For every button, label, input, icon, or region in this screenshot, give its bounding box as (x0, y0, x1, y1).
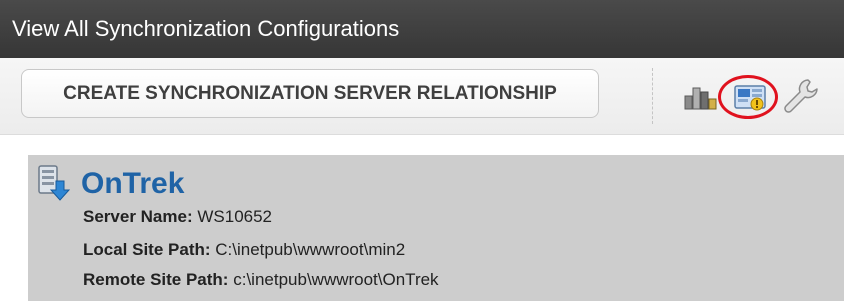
wrench-icon[interactable] (781, 76, 821, 116)
sync-config-icon[interactable] (733, 83, 769, 113)
page-header: View All Synchronization Configurations (0, 0, 844, 58)
server-name-value: WS10652 (197, 207, 273, 226)
remote-site-path-value: c:\inetpub\wwwroot\OnTrek (233, 270, 439, 289)
create-sync-relationship-button[interactable]: CREATE SYNCHRONIZATION SERVER RELATIONSH… (21, 69, 599, 118)
remote-site-path-label: Remote Site Path: (83, 270, 229, 289)
local-site-path-label: Local Site Path: (83, 240, 211, 259)
local-site-path-value: C:\inetpub\wwwroot\min2 (215, 240, 406, 259)
sync-config-card: OnTrek Server Name: WS10652 Local Site P… (28, 155, 844, 301)
toolbar: CREATE SYNCHRONIZATION SERVER RELATIONSH… (0, 58, 844, 135)
toolbar-divider (652, 68, 653, 124)
bar-chart-icon[interactable] (684, 84, 718, 110)
page-title: View All Synchronization Configurations (12, 16, 400, 41)
server-name-row: Server Name: WS10652 (83, 207, 272, 227)
server-sync-icon (38, 165, 70, 201)
server-title[interactable]: OnTrek (81, 166, 184, 202)
local-site-path-row: Local Site Path: C:\inetpub\wwwroot\min2 (83, 240, 405, 260)
remote-site-path-row: Remote Site Path: c:\inetpub\wwwroot\OnT… (83, 270, 439, 290)
server-name-label: Server Name: (83, 207, 193, 226)
